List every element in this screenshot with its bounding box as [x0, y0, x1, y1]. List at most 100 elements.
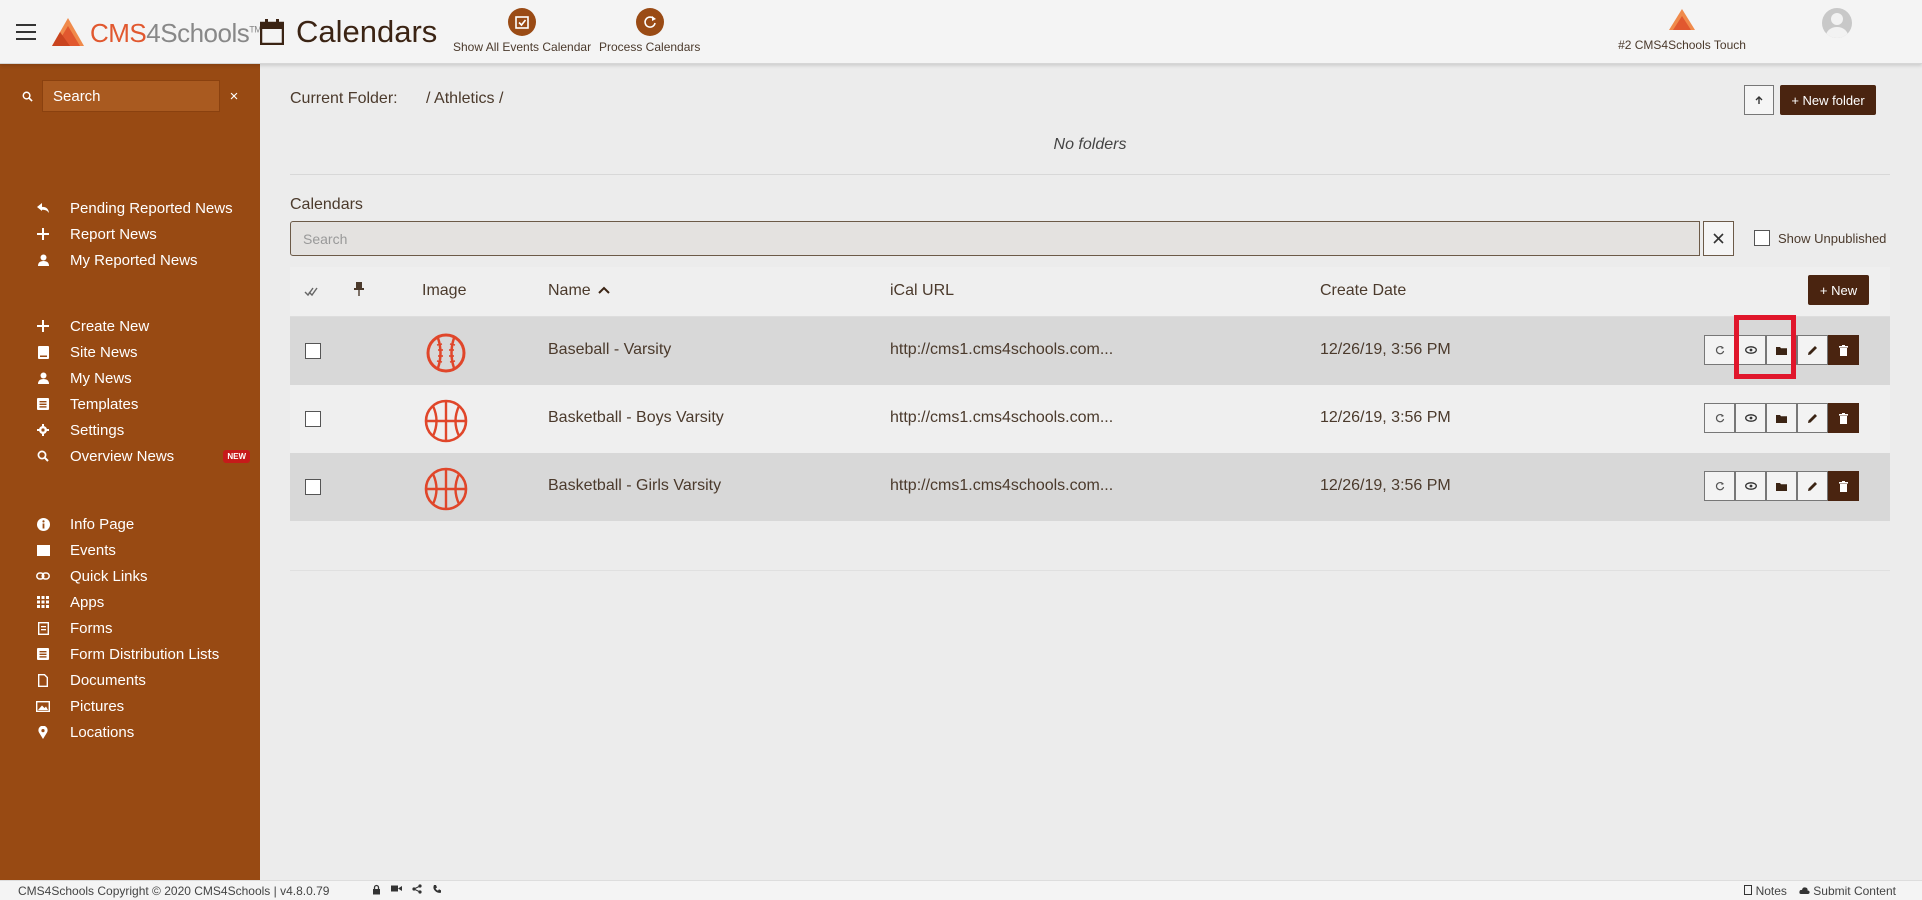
sidebar-item-settings[interactable]: Settings: [0, 417, 260, 443]
folder-path[interactable]: / Athletics /: [426, 90, 503, 107]
calendar-name[interactable]: Basketball - Boys Varsity: [548, 409, 724, 427]
sync-button[interactable]: [1704, 471, 1735, 501]
menu-toggle-icon[interactable]: [16, 24, 36, 40]
sidebar-item-site-news[interactable]: Site News: [0, 339, 260, 365]
edit-button[interactable]: [1797, 403, 1828, 433]
close-icon[interactable]: ×: [220, 88, 248, 105]
divider: [290, 570, 1890, 571]
sidebar-item-my-reported-news[interactable]: My Reported News: [0, 247, 260, 273]
pencil-icon: [1808, 413, 1817, 423]
sync-button[interactable]: [1704, 335, 1735, 365]
view-button[interactable]: [1735, 471, 1766, 501]
sidebar-item-report-news[interactable]: Report News: [0, 221, 260, 247]
file-icon: [1744, 885, 1753, 895]
sidebar-search: Search ×: [12, 80, 248, 112]
calendar-search-input[interactable]: Search: [290, 221, 1700, 256]
sidebar-item-overview-news[interactable]: Overview News NEW: [0, 443, 260, 469]
sidebar-item-apps[interactable]: Apps: [0, 589, 260, 615]
table-header: Image Name iCal URL Create Date: [290, 267, 1890, 317]
folder-icon: [1776, 346, 1787, 355]
sidebar-item-label: Events: [70, 541, 116, 559]
sidebar-item-label: My News: [70, 369, 132, 387]
sidebar-item-form-distribution-lists[interactable]: Form Distribution Lists: [0, 641, 260, 667]
show-all-events-label: Show All Events Calendar: [453, 40, 592, 54]
table-row[interactable]: Basketball - Girls Varsity http://cms1.cm…: [290, 453, 1890, 521]
page-title: Calendars: [260, 14, 437, 50]
video-icon[interactable]: [391, 884, 402, 893]
avatar[interactable]: [1822, 8, 1852, 38]
sidebar-item-locations[interactable]: Locations: [0, 719, 260, 745]
sidebar-item-create-new[interactable]: Create New: [0, 313, 260, 339]
column-name[interactable]: Name: [548, 282, 611, 300]
move-to-folder-button[interactable]: [1766, 335, 1797, 365]
table-row[interactable]: Basketball - Boys Varsity http://cms1.cms…: [290, 385, 1890, 453]
ical-url[interactable]: http://cms1.cms4schools.com...: [890, 409, 1113, 427]
lock-icon[interactable]: [372, 884, 381, 895]
info-icon: [36, 517, 50, 531]
sync-button[interactable]: [1704, 403, 1735, 433]
share-icon[interactable]: [412, 884, 422, 894]
ical-url[interactable]: http://cms1.cms4schools.com...: [890, 341, 1113, 359]
picture-icon: [36, 700, 50, 712]
sidebar-item-documents[interactable]: Documents: [0, 667, 260, 693]
phone-icon[interactable]: [432, 884, 442, 894]
ical-url[interactable]: http://cms1.cms4schools.com...: [890, 477, 1113, 495]
trash-icon: [1839, 344, 1848, 356]
copyright-text: CMS4Schools Copyright © 2020 CMS4Schools…: [18, 884, 330, 898]
delete-button[interactable]: [1828, 471, 1859, 501]
link-icon: [36, 572, 50, 580]
form-icon: [36, 621, 50, 635]
edit-button[interactable]: [1797, 471, 1828, 501]
clear-search-button[interactable]: [1703, 221, 1734, 256]
reply-all-icon: [36, 203, 50, 213]
logo[interactable]: CMS4SchoolsTM: [50, 16, 262, 50]
sidebar-item-templates[interactable]: Templates: [0, 391, 260, 417]
pin-icon[interactable]: [354, 281, 364, 302]
sidebar-item-pending-reported-news[interactable]: Pending Reported News: [0, 195, 260, 221]
sidebar-item-forms[interactable]: Forms: [0, 615, 260, 641]
row-actions: [1704, 335, 1859, 365]
logo-text: CMS4SchoolsTM: [90, 17, 262, 48]
move-to-folder-button[interactable]: [1766, 471, 1797, 501]
process-calendars-button[interactable]: Process Calendars: [599, 8, 700, 54]
folder-up-button[interactable]: [1744, 85, 1774, 115]
notes-link[interactable]: Notes: [1744, 884, 1787, 898]
edit-button[interactable]: [1797, 335, 1828, 365]
site-selector[interactable]: #2 CMS4Schools Touch: [1612, 8, 1752, 52]
show-unpublished-toggle[interactable]: Show Unpublished: [1754, 230, 1886, 246]
sync-icon: [1715, 345, 1724, 355]
sidebar-item-pictures[interactable]: Pictures: [0, 693, 260, 719]
delete-button[interactable]: [1828, 403, 1859, 433]
select-all-icon[interactable]: [304, 284, 318, 302]
process-calendars-label: Process Calendars: [599, 40, 701, 54]
create-date: 12/26/19, 3:56 PM: [1320, 477, 1451, 494]
calendar-check-icon: [508, 8, 537, 36]
row-checkbox[interactable]: [305, 479, 321, 495]
close-icon: [1713, 233, 1724, 244]
new-folder-button[interactable]: + New folder: [1780, 85, 1876, 115]
sidebar-item-events[interactable]: Events: [0, 537, 260, 563]
row-checkbox[interactable]: [305, 343, 321, 359]
new-calendar-button[interactable]: + New: [1808, 275, 1869, 305]
sidebar-item-quick-links[interactable]: Quick Links: [0, 563, 260, 589]
table-row[interactable]: Baseball - Varsity http://cms1.cms4school…: [290, 317, 1890, 385]
show-all-events-calendar-button[interactable]: Show All Events Calendar: [453, 8, 591, 54]
view-button[interactable]: [1735, 335, 1766, 365]
sidebar-item-label: My Reported News: [70, 251, 198, 269]
row-checkbox[interactable]: [305, 411, 321, 427]
plus-icon: [36, 320, 50, 332]
move-to-folder-button[interactable]: [1766, 403, 1797, 433]
show-unpublished-checkbox[interactable]: [1754, 230, 1770, 246]
grid-icon: [36, 596, 50, 608]
sidebar-item-info-page[interactable]: Info Page: [0, 511, 260, 537]
row-actions: [1704, 403, 1859, 433]
calendar-name[interactable]: Baseball - Varsity: [548, 341, 671, 359]
view-button[interactable]: [1735, 403, 1766, 433]
sync-icon: [1715, 481, 1724, 491]
sidebar-item-my-news[interactable]: My News: [0, 365, 260, 391]
delete-button[interactable]: [1828, 335, 1859, 365]
submit-content-link[interactable]: Submit Content: [1799, 884, 1896, 898]
calendar-name[interactable]: Basketball - Girls Varsity: [548, 477, 721, 495]
sidebar-search-input[interactable]: Search: [42, 80, 220, 112]
column-ical-url: iCal URL: [890, 282, 955, 299]
